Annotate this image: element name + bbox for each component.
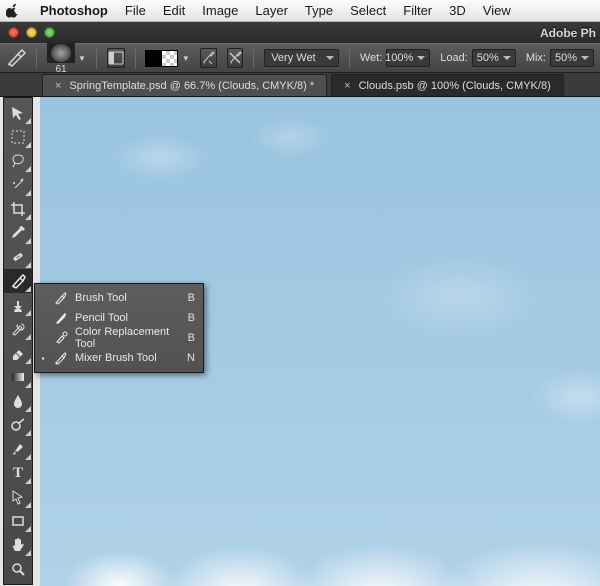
wet-preset-dropdown[interactable]: Very Wet	[264, 49, 339, 67]
color-swatches[interactable]	[146, 50, 178, 67]
load-brush-button[interactable]	[200, 48, 217, 68]
divider	[253, 47, 254, 69]
divider	[135, 47, 136, 69]
window-minimize-button[interactable]	[26, 27, 37, 38]
window-close-button[interactable]	[8, 27, 19, 38]
clean-brush-button[interactable]	[227, 48, 244, 68]
wet-label: Wet:	[360, 52, 382, 64]
tab-label: SpringTemplate.psd @ 66.7% (Clouds, CMYK…	[69, 80, 314, 92]
document-tab[interactable]: × Clouds.psb @ 100% (Clouds, CMYK/8)	[331, 74, 564, 96]
crop-tool[interactable]	[4, 197, 32, 221]
load-value-dropdown[interactable]: 50%	[472, 49, 516, 67]
type-tool[interactable]: T	[4, 461, 32, 485]
chevron-down-icon: ▼	[182, 54, 190, 63]
magic-wand-tool[interactable]	[4, 173, 32, 197]
document-tab[interactable]: × SpringTemplate.psd @ 66.7% (Clouds, CM…	[42, 74, 327, 96]
divider	[349, 47, 350, 69]
load-label: Load:	[440, 52, 468, 64]
rectangle-tool[interactable]	[4, 509, 32, 533]
flyout-shortcut: B	[188, 312, 195, 324]
menu-edit[interactable]: Edit	[163, 3, 185, 18]
divider	[96, 47, 97, 69]
flyout-item-pencil[interactable]: Pencil Tool B	[35, 308, 203, 328]
healing-brush-tool[interactable]	[4, 245, 32, 269]
clone-stamp-tool[interactable]	[4, 293, 32, 317]
brush-panel-toggle[interactable]	[107, 48, 125, 68]
zoom-tool[interactable]	[4, 557, 32, 581]
eraser-tool[interactable]	[4, 341, 32, 365]
current-tool-icon[interactable]	[6, 47, 26, 69]
window-zoom-button[interactable]	[44, 27, 55, 38]
apple-menu-icon[interactable]	[6, 3, 19, 18]
mixer-brush-icon	[53, 350, 69, 366]
menu-image[interactable]: Image	[202, 3, 238, 18]
menu-3d[interactable]: 3D	[449, 3, 466, 18]
path-selection-tool[interactable]	[4, 485, 32, 509]
menu-view[interactable]: View	[483, 3, 511, 18]
brush-tool-flyout: Brush Tool B Pencil Tool B Color Replace…	[34, 283, 204, 373]
flyout-label: Mixer Brush Tool	[75, 352, 181, 364]
flyout-label: Color Replacement Tool	[75, 326, 182, 350]
options-bar: 61 ▼ ▼ Very Wet Wet: 100% Load: 50% Mix:…	[0, 43, 600, 73]
flyout-item-color-replacement[interactable]: Color Replacement Tool B	[35, 328, 203, 348]
flyout-shortcut: N	[187, 352, 195, 364]
dodge-tool[interactable]	[4, 413, 32, 437]
menu-select[interactable]: Select	[350, 3, 386, 18]
gradient-tool[interactable]	[4, 365, 32, 389]
pencil-icon	[53, 310, 69, 326]
divider	[36, 47, 37, 69]
lasso-tool[interactable]	[4, 149, 32, 173]
flyout-label: Brush Tool	[75, 292, 182, 304]
flyout-shortcut: B	[188, 332, 195, 344]
mix-value-dropdown[interactable]: 50%	[550, 49, 594, 67]
mac-menubar: Photoshop File Edit Image Layer Type Sel…	[0, 0, 600, 22]
document-tab-bar: × SpringTemplate.psd @ 66.7% (Clouds, CM…	[0, 73, 600, 97]
menu-type[interactable]: Type	[305, 3, 333, 18]
close-icon[interactable]: ×	[344, 80, 350, 92]
menu-photoshop[interactable]: Photoshop	[40, 3, 108, 18]
history-brush-tool[interactable]	[4, 317, 32, 341]
flyout-item-brush[interactable]: Brush Tool B	[35, 288, 203, 308]
tab-label: Clouds.psb @ 100% (Clouds, CMYK/8)	[359, 80, 551, 92]
menu-filter[interactable]: Filter	[403, 3, 432, 18]
close-icon[interactable]: ×	[55, 80, 61, 92]
pen-tool[interactable]	[4, 437, 32, 461]
move-tool[interactable]	[4, 101, 32, 125]
brush-icon	[53, 290, 69, 306]
wet-value-dropdown[interactable]: 100%	[386, 49, 430, 67]
chevron-down-icon: ▼	[78, 54, 86, 63]
flyout-item-mixer-brush[interactable]: ▪ Mixer Brush Tool N	[35, 348, 203, 368]
menu-layer[interactable]: Layer	[255, 3, 288, 18]
eyedropper-tool[interactable]	[4, 221, 32, 245]
toolbox: T	[3, 97, 33, 585]
workspace: T Brush Tool B Pencil Tool B Color Repla…	[0, 97, 600, 586]
blur-tool[interactable]	[4, 389, 32, 413]
menu-file[interactable]: File	[125, 3, 146, 18]
brush-size-value: 61	[55, 64, 66, 75]
flyout-shortcut: B	[188, 292, 195, 304]
color-replacement-icon	[53, 330, 69, 346]
window-titlebar: Adobe Ph	[0, 22, 600, 43]
brush-preset-picker[interactable]: 61 ▼	[47, 43, 86, 74]
mix-label: Mix:	[526, 52, 546, 64]
marquee-tool[interactable]	[4, 125, 32, 149]
flyout-label: Pencil Tool	[75, 312, 182, 324]
window-title: Adobe Ph	[62, 26, 600, 40]
brush-tool[interactable]	[4, 269, 32, 293]
current-indicator: ▪	[39, 354, 47, 363]
hand-tool[interactable]	[4, 533, 32, 557]
